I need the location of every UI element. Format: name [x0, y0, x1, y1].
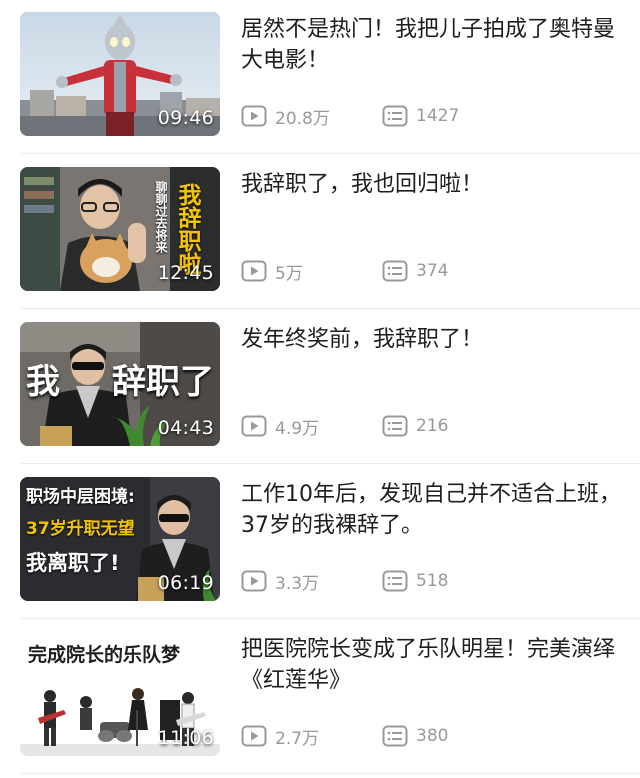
divider — [20, 308, 640, 309]
comment-count-value: 216 — [416, 416, 449, 436]
view-count: 3.3万 — [241, 568, 319, 594]
video-item[interactable]: 09:46 居然不是热门！我把儿子拍成了奥特曼大电影！ 20.8万 1427 — [0, 0, 640, 155]
thumbnail-caption-left: 我 — [26, 362, 60, 402]
thumbnail-caption-line2: 37岁升职无望 — [26, 519, 135, 539]
video-stats: 2.7万 380 — [241, 723, 621, 749]
video-stats: 5万 374 — [241, 258, 621, 284]
video-duration: 11:06 — [157, 727, 214, 749]
comment-count: 374 — [382, 258, 448, 284]
video-item[interactable]: 我辞职啦 聊聊过去将来 12:45 我辞职了，我也回归啦！ 5万 374 — [0, 155, 640, 310]
video-title[interactable]: 居然不是热门！我把儿子拍成了奥特曼大电影！ — [241, 14, 621, 76]
thumbnail-subcaption: 聊聊过去将来 — [154, 181, 168, 253]
video-title[interactable]: 把医院院长变成了乐队明星！完美演绎《红莲华》 — [241, 634, 621, 696]
view-count: 5万 — [241, 258, 303, 284]
divider — [20, 773, 640, 774]
video-stats: 3.3万 518 — [241, 568, 621, 594]
thumbnail-caption: 完成院长的乐队梦 — [28, 644, 181, 666]
video-item[interactable]: 我 辞职了 04:43 发年终奖前，我辞职了！ 4.9万 216 — [0, 310, 640, 465]
comment-count-value: 374 — [416, 261, 449, 281]
play-count-icon — [241, 725, 267, 747]
play-count-icon — [241, 105, 267, 127]
comment-count-icon — [382, 415, 408, 437]
comment-count-icon — [382, 725, 408, 747]
video-duration: 12:45 — [157, 262, 214, 284]
comment-count-icon — [382, 570, 408, 592]
video-title[interactable]: 我辞职了，我也回归啦！ — [241, 169, 621, 200]
video-item[interactable]: 职场中层困境: 37岁升职无望 我离职了! 06:19 工作10年后，发现自己并… — [0, 465, 640, 620]
video-duration: 09:46 — [157, 107, 214, 129]
view-count-value: 4.9万 — [275, 418, 320, 439]
video-stats: 20.8万 1427 — [241, 103, 621, 129]
comment-count-value: 380 — [416, 726, 449, 746]
view-count-value: 5万 — [275, 263, 303, 284]
view-count: 2.7万 — [241, 723, 319, 749]
comment-count: 518 — [382, 568, 448, 594]
video-thumbnail[interactable]: 职场中层困境: 37岁升职无望 我离职了! 06:19 — [20, 477, 220, 601]
play-count-icon — [241, 415, 267, 437]
video-thumbnail[interactable]: 我 辞职了 04:43 — [20, 322, 220, 446]
video-duration: 06:19 — [157, 572, 214, 594]
comment-count: 1427 — [382, 103, 459, 129]
view-count: 20.8万 — [241, 103, 330, 129]
video-thumbnail[interactable]: 09:46 — [20, 12, 220, 136]
video-title[interactable]: 发年终奖前，我辞职了！ — [241, 324, 621, 355]
comment-count: 216 — [382, 413, 448, 439]
video-stats: 4.9万 216 — [241, 413, 621, 439]
view-count: 4.9万 — [241, 413, 319, 439]
comment-count-value: 518 — [416, 571, 449, 591]
video-duration: 04:43 — [157, 417, 214, 439]
video-thumbnail[interactable]: 完成院长的乐队梦 11:06 — [20, 632, 220, 756]
video-item[interactable]: 完成院长的乐队梦 11:06 把医院院长变成了乐队明星！完美演绎《红莲华》 2.… — [0, 620, 640, 775]
view-count-value: 20.8万 — [275, 108, 330, 129]
comment-count: 380 — [382, 723, 448, 749]
play-count-icon — [241, 570, 267, 592]
comment-count-value: 1427 — [416, 106, 460, 126]
play-count-icon — [241, 260, 267, 282]
comment-count-icon — [382, 260, 408, 282]
divider — [20, 618, 640, 619]
divider — [20, 463, 640, 464]
video-title[interactable]: 工作10年后，发现自己并不适合上班，37岁的我裸辞了。 — [241, 479, 621, 541]
video-thumbnail[interactable]: 我辞职啦 聊聊过去将来 12:45 — [20, 167, 220, 291]
video-list: 09:46 居然不是热门！我把儿子拍成了奥特曼大电影！ 20.8万 1427 我… — [0, 0, 640, 778]
thumbnail-caption-right: 辞职了 — [112, 362, 214, 402]
divider — [20, 153, 640, 154]
view-count-value: 2.7万 — [275, 728, 320, 749]
view-count-value: 3.3万 — [275, 573, 320, 594]
thumbnail-caption-line1: 职场中层困境: — [26, 487, 135, 507]
comment-count-icon — [382, 105, 408, 127]
thumbnail-caption-line3: 我离职了! — [26, 551, 120, 575]
